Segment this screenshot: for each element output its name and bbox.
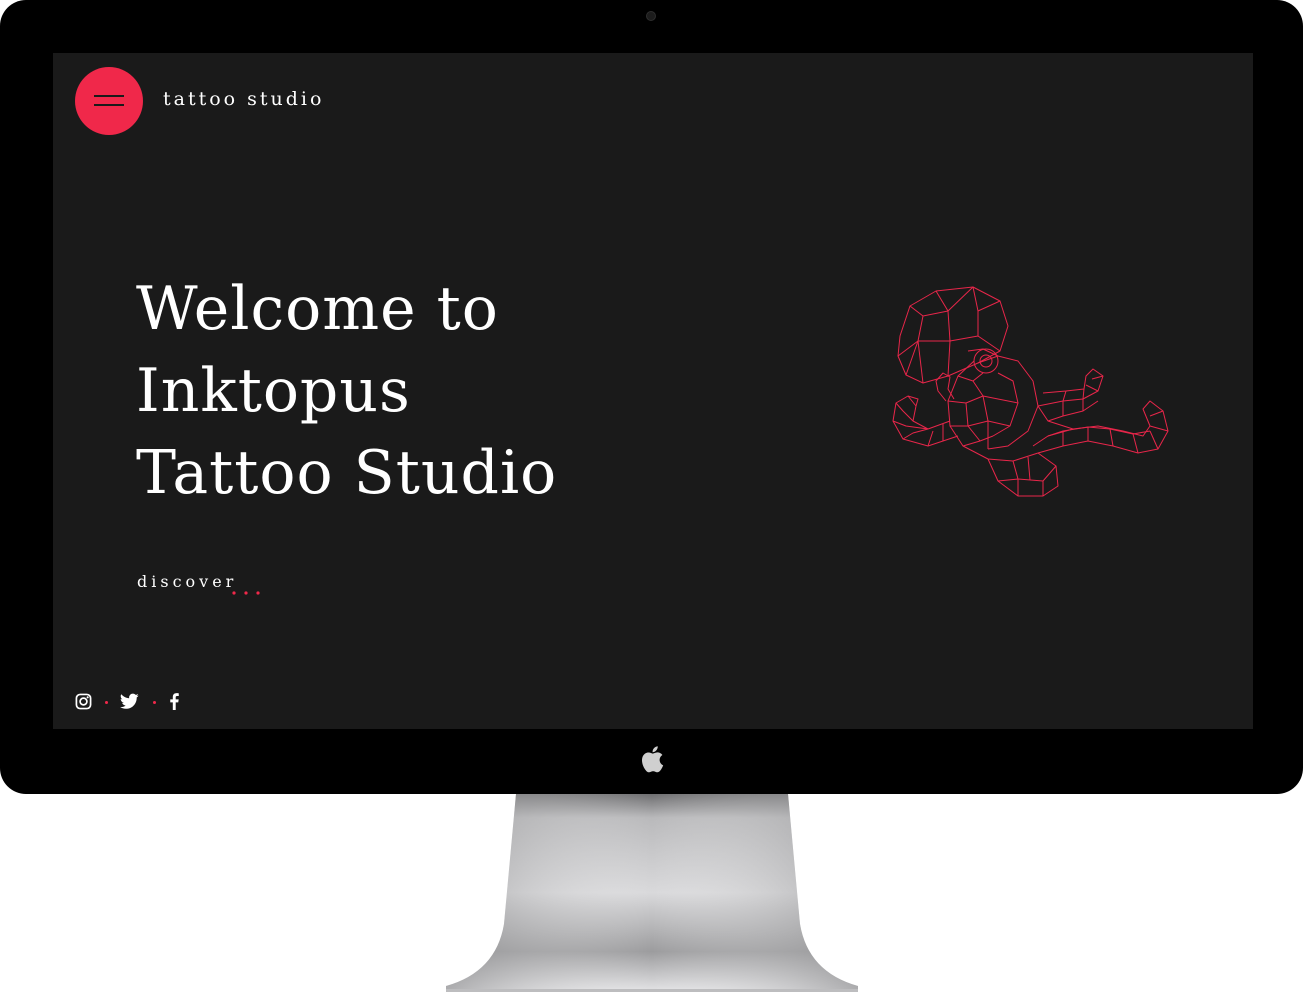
discover-link[interactable]: discover	[137, 572, 237, 591]
brand-name[interactable]: tattoo studio	[163, 88, 324, 110]
hamburger-icon	[94, 95, 124, 97]
hero-title: Welcome to Inktopus Tattoo Studio	[136, 268, 557, 514]
hero-title-line-3: Tattoo Studio	[136, 438, 558, 508]
separator-dot	[153, 701, 156, 704]
twitter-icon[interactable]	[120, 693, 139, 710]
website-screen: tattoo studio Welcome to Inktopus Tattoo…	[53, 53, 1253, 729]
apple-icon	[642, 746, 664, 773]
facebook-icon[interactable]	[168, 693, 180, 710]
ellipsis-icon	[232, 591, 260, 595]
separator-dot	[105, 701, 108, 704]
camera-icon	[646, 11, 656, 21]
hero-title-line-2: Inktopus	[136, 356, 411, 426]
instagram-icon[interactable]	[75, 693, 92, 710]
hero-title-line-1: Welcome to	[136, 274, 499, 344]
hamburger-icon-line	[94, 104, 124, 106]
monitor-frame: tattoo studio Welcome to Inktopus Tattoo…	[0, 0, 1303, 794]
menu-button[interactable]	[75, 67, 143, 135]
wireframe-octopus-illustration	[892, 286, 1169, 497]
monitor-stand	[446, 794, 858, 992]
